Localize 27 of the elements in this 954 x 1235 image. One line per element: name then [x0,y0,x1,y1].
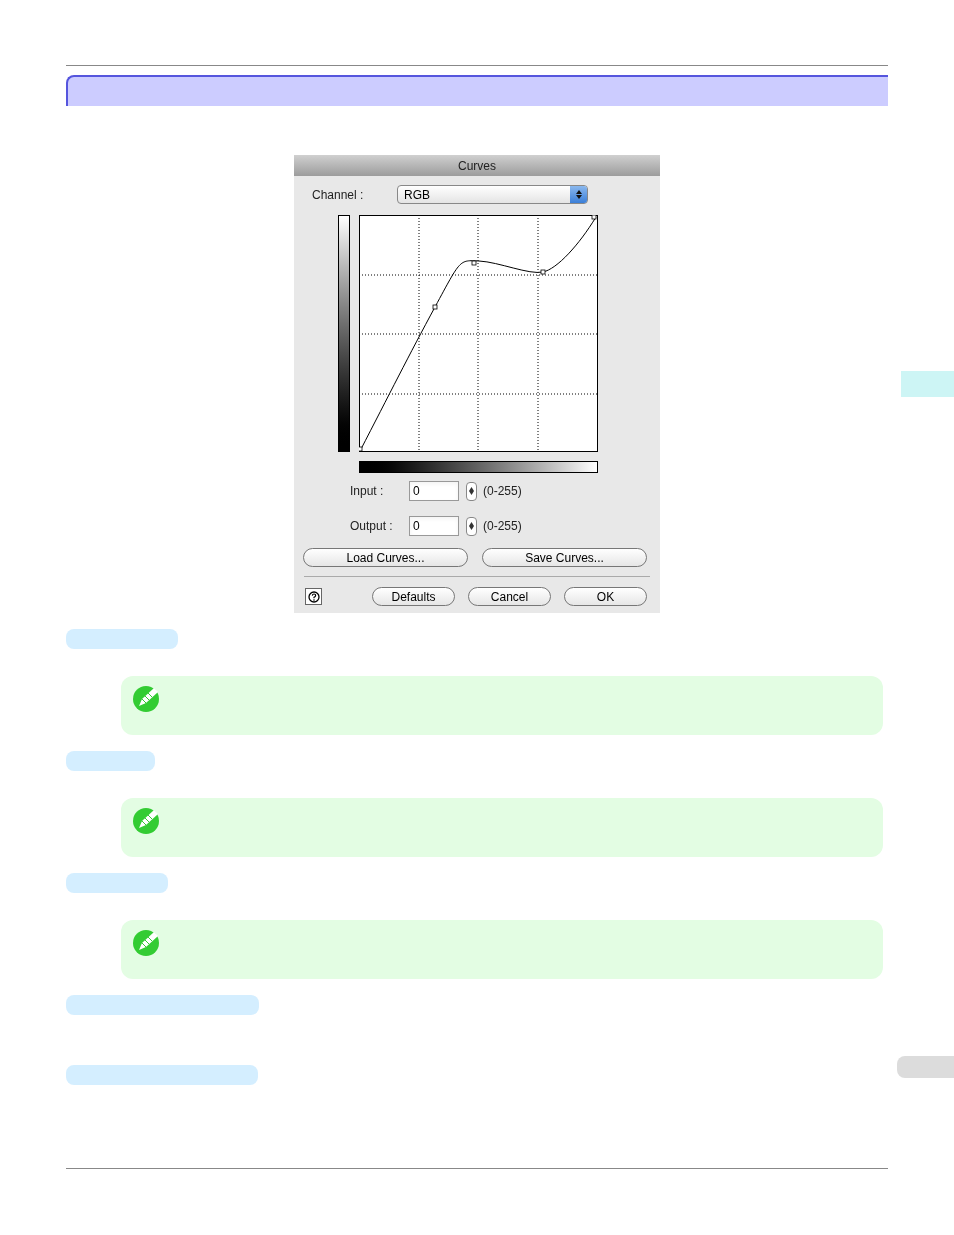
up-arrow-icon [469,522,474,526]
curve-graph[interactable] [359,215,598,452]
number-field[interactable]: 0 [409,481,459,501]
dialog-button[interactable]: Cancel [468,587,551,606]
number-field[interactable]: 0 [409,516,459,536]
stepper[interactable] [466,481,477,501]
dropdown-arrows-icon [570,186,587,203]
pencil-note-icon [132,683,162,713]
channel-label: Channel : [312,186,365,204]
dialog-button[interactable]: OK [564,587,647,606]
range-hint: (0-255) [483,518,522,535]
field-label: Input : [350,483,385,500]
channel-dropdown[interactable]: RGB [397,185,588,204]
stepper[interactable] [466,516,477,536]
down-arrow-icon [469,491,474,495]
help-icon[interactable] [305,588,322,605]
window-title: Curves [458,157,496,175]
down-arrow-icon [469,526,474,530]
up-arrow-icon [469,487,474,491]
field-label: Output : [350,518,394,535]
channel-value: RGB [403,186,431,204]
dialog-button[interactable]: Save Curves... [482,548,647,567]
range-hint: (0-255) [483,483,522,500]
dialog-button[interactable]: Defaults [372,587,455,606]
pencil-note-icon [132,927,162,957]
pencil-note-icon [132,805,162,835]
dialog-button[interactable]: Load Curves... [303,548,468,567]
